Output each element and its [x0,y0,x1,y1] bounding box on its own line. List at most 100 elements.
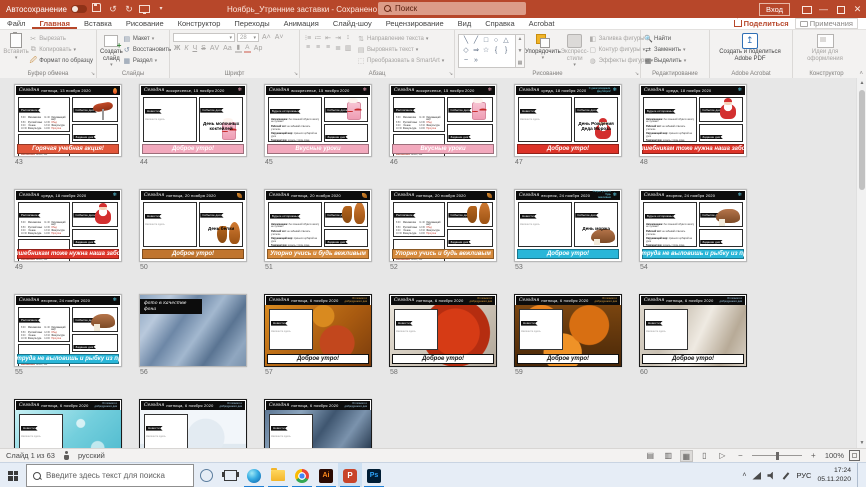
ribbon-display-options-button[interactable] [798,0,815,18]
slide-thumbnail[interactable]: Сегоднясреда, 18 ноября 2020❄Расписание8… [14,189,122,262]
shape-bracket-icon[interactable]: } [501,46,511,56]
tab-Конструктор[interactable]: Конструктор [171,18,228,29]
reset-button[interactable]: ↺Восстановить [123,45,171,55]
zoom-in-icon[interactable]: + [807,450,820,462]
slide-thumbnail[interactable]: Сегоднясреда, 18 ноября 2020❄Будьте осто… [639,84,747,157]
shape-star-icon[interactable]: ☆ [481,46,491,56]
decrease-font-icon[interactable]: А˅ [274,34,285,41]
slide-thumbnail[interactable]: Сегодняпятница, 6 ноября 2020Отличного и… [264,294,372,367]
slide-thumbnail[interactable]: Сегоднявоскресенье, 15 ноября 2020❄Новос… [139,84,247,157]
taskbar-edge[interactable] [242,463,266,487]
character-spacing-button[interactable]: АV [209,45,220,52]
paragraph-dialog-launcher[interactable]: ↘ [449,71,453,77]
scroll-up-icon[interactable]: ▲ [857,78,866,88]
quick-styles-button[interactable]: Экспресс-стили▾ [561,32,589,69]
highlight-color-button[interactable]: ▮ [235,45,242,52]
copy-button[interactable]: ⧉Копировать▾ [29,45,93,55]
shape-oval-icon[interactable]: ○ [491,36,501,46]
tab-Acrobat[interactable]: Acrobat [522,18,562,29]
slideshow-from-start-icon[interactable] [139,0,151,19]
create-pdf-button[interactable]: Создать и поделиться Adobe PDF [713,32,787,63]
shape-curve-icon[interactable]: ~ [461,56,471,66]
columns-icon[interactable]: ▥ [343,44,353,52]
tray-expand-icon[interactable]: ˄ [742,472,746,479]
shape-arrow-icon[interactable]: ⇒ [471,46,481,56]
increase-font-icon[interactable]: А˄ [261,34,272,41]
numbering-icon[interactable]: ≔ [313,34,323,42]
taskbar-photoshop[interactable]: Ps [362,463,386,487]
tab-Вставка[interactable]: Вставка [77,18,119,29]
shape-line-icon[interactable]: ╲ [461,36,471,46]
shape-brace-icon[interactable]: { [491,46,501,56]
tab-Переходы[interactable]: Переходы [227,18,276,29]
pen-icon[interactable] [782,472,790,480]
zoom-out-icon[interactable]: − [734,450,747,462]
align-right-icon[interactable]: ≡ [323,44,333,52]
tab-Файл[interactable]: Файл [0,18,32,29]
zoom-slider[interactable] [752,455,802,456]
taskbar-file-explorer[interactable] [266,463,290,487]
task-view-button[interactable] [218,463,242,487]
select-button[interactable]: ▦Выделить▾ [644,56,686,66]
language-indicator[interactable]: русский [78,451,105,460]
reading-view-button[interactable]: ▯ [698,450,711,462]
increase-indent-icon[interactable]: ⇥ [333,34,343,42]
align-left-icon[interactable]: ≡ [303,44,313,52]
input-language[interactable]: РУС [796,471,811,480]
new-slide-button[interactable]: Создать слайд▾ [100,32,123,69]
autosave-toggle[interactable] [71,5,87,13]
slide-thumbnail[interactable]: Сегодняпятница, 6 ноября 2020Отличного и… [139,399,247,448]
tab-Рецензирование[interactable]: Рецензирование [379,18,451,29]
font-size-select[interactable]: 28▾ [237,33,259,42]
slide-thumbnail[interactable]: Сегодняпятница, 13 ноября 2020Расписание… [14,84,122,157]
shapes-gallery-scroll[interactable]: ▲▼▦ [516,34,525,68]
taskbar-chrome[interactable] [290,463,314,487]
slide-thumbnail[interactable]: Сегоднявоскресенье, 15 ноября 2020❄Распи… [389,84,497,157]
bold-button[interactable]: Ж [173,45,181,52]
change-case-button[interactable]: Аа [222,45,233,52]
clear-formatting-button[interactable]: Ар [253,45,264,52]
scroll-down-icon[interactable]: ▼ [857,438,866,448]
clipboard-dialog-launcher[interactable]: ↘ [91,71,95,77]
close-button[interactable]: ✕ [849,0,866,18]
bullets-icon[interactable]: ⁝≡ [303,34,313,42]
slide-sorter-view-button[interactable]: ▦ [680,450,693,462]
slide-thumbnail[interactable]: Сегоднявторник, 24 ноября 2020Упорно учи… [514,189,622,262]
slide-thumbnail[interactable]: Сегодняпятница, 6 ноября 2020Отличного и… [514,294,622,367]
share-button[interactable]: Поделиться [734,19,789,28]
line-spacing-icon[interactable]: ↕ [343,34,353,42]
font-dialog-launcher[interactable]: ↘ [294,71,298,77]
clock[interactable]: 17:2405.11.2020 [817,467,851,485]
tab-Рисование[interactable]: Рисование [119,18,171,29]
undo-icon[interactable]: ↺ [107,0,119,18]
volume-icon[interactable] [767,472,776,480]
slide-thumbnail[interactable]: Сегодняпятница, 20 ноября 2020НовостиНап… [139,189,247,262]
normal-view-button[interactable]: ▥ [662,450,675,462]
slideshow-view-button[interactable]: ▷ [716,450,729,462]
tab-Вид[interactable]: Вид [451,18,479,29]
text-direction-button[interactable]: ⇅Направление текста▾ [357,34,444,44]
maximize-button[interactable] [832,0,849,18]
start-button[interactable] [0,463,26,487]
network-icon[interactable] [752,472,761,480]
paste-button[interactable]: Вставить▾ [3,32,29,62]
slide-thumbnail[interactable]: Сегодняпятница, 6 ноября 2020Отличного и… [389,294,497,367]
cut-button[interactable]: ✂Вырезать [29,34,93,44]
tab-Слайд-шоу[interactable]: Слайд-шоу [326,18,379,29]
tab-Главная[interactable]: Главная [32,18,77,29]
taskbar-illustrator[interactable]: Ai [314,463,338,487]
slide-thumbnail[interactable]: фото в качестве фона [139,294,247,367]
find-button[interactable]: 🔍Найти [644,34,686,44]
zoom-level[interactable]: 100% [825,451,844,460]
shapes-gallery[interactable]: ╲╱□○△◇⇒☆{}~» [458,34,516,68]
underline-button[interactable]: Ч [191,45,198,52]
quick-access-toolbar-caret-icon[interactable]: ▾ [155,0,167,18]
fit-slide-to-window-icon[interactable] [849,450,860,461]
sign-in-button[interactable]: Вход [759,3,790,16]
smartart-button[interactable]: ⬚Преобразовать в SmartArt▾ [357,56,444,66]
notes-button[interactable]: ▤ [644,450,657,462]
taskbar-powerpoint[interactable]: P [338,463,362,487]
slide-thumbnail[interactable]: Сегодняпятница, 6 ноября 2020Отличного и… [264,399,372,448]
layout-button[interactable]: ▤Макет▾ [123,34,171,44]
design-ideas-button[interactable]: Идеи для оформления [796,32,854,63]
